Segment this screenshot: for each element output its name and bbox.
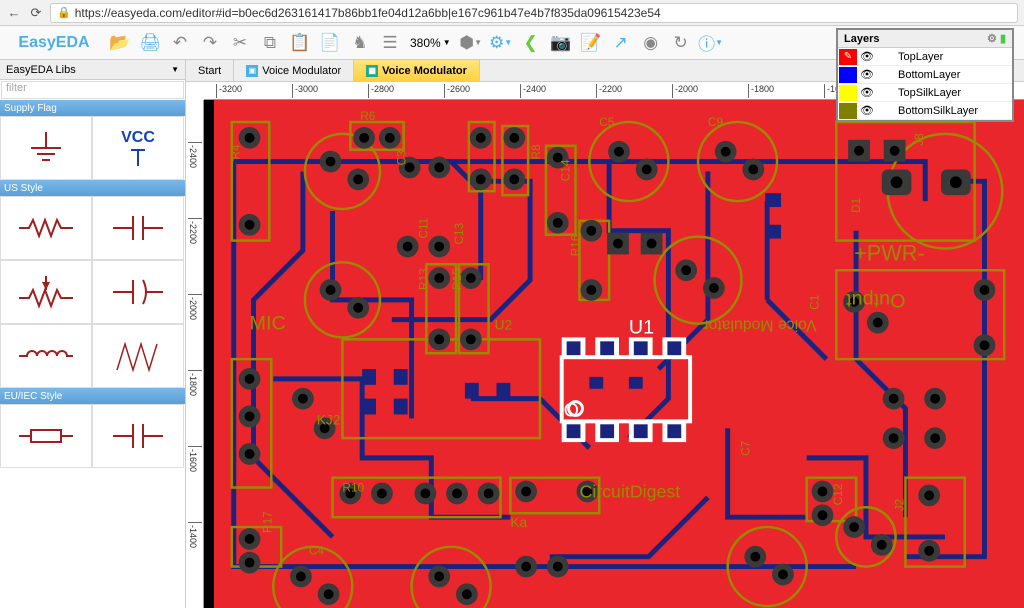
- clipboard-icon[interactable]: 📄: [316, 29, 344, 57]
- svg-text:MIC: MIC: [250, 312, 286, 334]
- svg-text:O: O: [564, 399, 579, 421]
- pcb-board: MIC +PWR- Output Voice Modulator Circuit…: [214, 100, 1024, 608]
- eye-icon[interactable]: 👁: [858, 86, 876, 99]
- category-us[interactable]: US Style: [0, 180, 185, 196]
- symbol-var-resistor[interactable]: [92, 324, 184, 388]
- svg-text:R13: R13: [416, 268, 430, 290]
- symbol-capacitor-eu[interactable]: [92, 404, 184, 468]
- tab-start[interactable]: Start: [186, 60, 234, 81]
- svg-text:C7: C7: [738, 441, 752, 456]
- export-icon[interactable]: ↗: [607, 29, 635, 57]
- pcb-icon: ▦: [366, 65, 378, 77]
- svg-text:R4: R4: [229, 144, 243, 160]
- eye-icon[interactable]: 👁: [858, 50, 876, 63]
- eye-icon[interactable]: 👁: [858, 68, 876, 81]
- back-icon[interactable]: ←: [6, 5, 22, 21]
- layer-bottomsilk[interactable]: 👁 BottomSilkLayer: [838, 102, 1012, 120]
- svg-text:R16: R16: [568, 234, 582, 256]
- svg-text:R10: R10: [342, 480, 364, 494]
- redo-icon[interactable]: ↷: [196, 29, 224, 57]
- svg-text:+PWR-: +PWR-: [854, 240, 925, 265]
- notes-icon[interactable]: 📝: [577, 29, 605, 57]
- info-icon[interactable]: ⓘ▼: [697, 29, 725, 57]
- svg-text:C12: C12: [831, 484, 845, 506]
- address-bar: ← ⟳ 🔒 https://easyeda.com/editor#id=b0ec…: [0, 0, 1024, 26]
- symbol-pot-us[interactable]: [0, 260, 92, 324]
- symbol-gnd[interactable]: [0, 116, 92, 180]
- svg-text:C1: C1: [808, 294, 822, 310]
- layers-panel: Layers ⚙ ▮ ✎ 👁 TopLayer 👁 BottomLayer 👁 …: [836, 28, 1014, 122]
- symbol-vcc[interactable]: VCC: [92, 116, 184, 180]
- svg-text:C3: C3: [395, 150, 409, 166]
- svg-text:C11: C11: [416, 217, 430, 238]
- svg-text:D1: D1: [849, 197, 863, 213]
- svg-text:VCC: VCC: [121, 129, 155, 146]
- pcb-canvas[interactable]: MIC +PWR- Output Voice Modulator Circuit…: [204, 100, 1024, 608]
- copy-icon[interactable]: ⧉: [256, 29, 284, 57]
- svg-text:J8: J8: [912, 133, 926, 146]
- history-icon[interactable]: ↻: [667, 29, 695, 57]
- steam-icon[interactable]: ◉: [637, 29, 665, 57]
- chevron-down-icon: ▼: [443, 38, 451, 47]
- battery-icon: ▮: [1000, 33, 1006, 45]
- reload-icon[interactable]: ⟳: [28, 5, 44, 21]
- svg-text:CircuitDigest: CircuitDigest: [579, 481, 680, 501]
- svg-text:KJ2: KJ2: [317, 411, 341, 427]
- svg-text:R15: R15: [450, 268, 464, 290]
- paste-icon[interactable]: 📋: [286, 29, 314, 57]
- svg-text:Ka: Ka: [510, 514, 527, 530]
- url-input[interactable]: 🔒 https://easyeda.com/editor#id=b0ec6d26…: [50, 3, 1018, 23]
- schematic-icon: ▣: [246, 65, 258, 77]
- layer-top[interactable]: ✎ 👁 TopLayer: [838, 48, 1012, 66]
- ruler-vertical: -2400 -2200 -2000 -1800 -1600 -1400: [186, 100, 204, 608]
- svg-text:C14: C14: [559, 159, 573, 181]
- horse-icon[interactable]: ♞: [346, 29, 374, 57]
- camera-icon[interactable]: 📷: [547, 29, 575, 57]
- symbol-capacitor[interactable]: [92, 196, 184, 260]
- svg-text:C9: C9: [708, 115, 724, 129]
- gear-icon[interactable]: ⚙▼: [487, 29, 515, 57]
- symbol-resistor-us[interactable]: [0, 196, 92, 260]
- list-icon[interactable]: ☰: [376, 29, 404, 57]
- chevron-down-icon[interactable]: ▼: [171, 65, 179, 74]
- svg-text:Voice Modulator: Voice Modulator: [703, 317, 816, 334]
- cube-icon[interactable]: ⬢▼: [457, 29, 485, 57]
- share-icon[interactable]: ❮: [517, 29, 545, 57]
- gear-icon[interactable]: ⚙: [987, 33, 997, 45]
- cut-icon[interactable]: ✂: [226, 29, 254, 57]
- tab-schematic[interactable]: ▣Voice Modulator: [234, 60, 354, 81]
- pencil-icon: ✎: [844, 51, 852, 62]
- category-eu[interactable]: EU/IEC Style: [0, 388, 185, 404]
- svg-text:C4: C4: [309, 544, 325, 558]
- filter-input[interactable]: filter: [1, 81, 184, 99]
- symbol-polar-cap[interactable]: [92, 260, 184, 324]
- tab-pcb[interactable]: ▦Voice Modulator: [354, 60, 480, 81]
- svg-text:J2: J2: [892, 499, 906, 512]
- save-icon[interactable]: 🖨: [136, 29, 164, 57]
- url-text: https://easyeda.com/editor#id=b0ec6d2631…: [75, 6, 661, 20]
- symbol-inductor-us[interactable]: [0, 324, 92, 388]
- sidebar: EasyEDA Libs ▼ filter Supply Flag VCC US…: [0, 60, 186, 608]
- svg-text:C13: C13: [452, 222, 466, 244]
- layer-bottom[interactable]: 👁 BottomLayer: [838, 66, 1012, 84]
- lock-icon: 🔒: [57, 6, 71, 19]
- svg-text:Output: Output: [846, 289, 906, 311]
- eye-icon[interactable]: 👁: [858, 104, 876, 117]
- svg-text:R8: R8: [529, 144, 543, 160]
- logo[interactable]: EasyEDA: [4, 30, 104, 56]
- layer-topsilk[interactable]: 👁 TopSilkLayer: [838, 84, 1012, 102]
- open-icon[interactable]: 📂: [106, 29, 134, 57]
- svg-text:U1: U1: [629, 316, 654, 338]
- svg-text:R17: R17: [260, 511, 274, 533]
- svg-text:U2: U2: [495, 316, 513, 332]
- svg-text:C5: C5: [599, 115, 615, 129]
- symbol-resistor-eu[interactable]: [0, 404, 92, 468]
- category-supply[interactable]: Supply Flag: [0, 100, 185, 116]
- svg-text:R6: R6: [360, 109, 376, 123]
- libs-header: EasyEDA Libs ▼: [0, 60, 185, 80]
- zoom-display[interactable]: 380%▼: [406, 36, 455, 50]
- layers-header[interactable]: Layers ⚙ ▮: [838, 30, 1012, 48]
- undo-icon[interactable]: ↶: [166, 29, 194, 57]
- main-area: Start ▣Voice Modulator ▦Voice Modulator …: [186, 60, 1024, 608]
